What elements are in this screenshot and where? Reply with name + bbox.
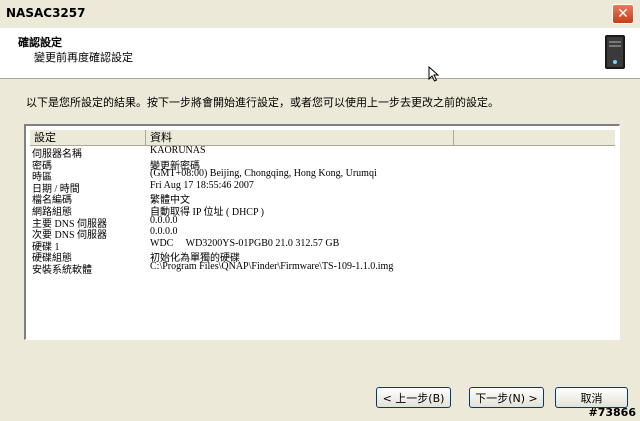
list-item[interactable]: 檔名編碼 繁體中文 <box>30 191 615 206</box>
back-button[interactable]: < 上一步(B) <box>376 387 451 408</box>
mouse-pointer-icon <box>428 66 440 82</box>
window-titlebar: NASAC3257 ✕ <box>0 0 640 29</box>
instruction-text: 以下是您所設定的結果。按下一步將會開始進行設定，或者您可以使用上一步去更改之前的… <box>26 96 499 109</box>
settings-list[interactable]: 設定 資料 伺服器名稱 KAORUNAS 密碼 變更新密碼 時區 (GMT+08:00… <box>24 124 620 340</box>
list-rows: 伺服器名稱 KAORUNAS 密碼 變更新密碼 時區 (GMT+08:00) Beij… <box>30 145 615 276</box>
header-subtitle: 變更前再度確認設定 <box>34 51 133 64</box>
wizard-header: 確認設定 變更前再度確認設定 <box>0 28 640 79</box>
list-item[interactable]: 密碼 變更新密碼 <box>30 157 615 172</box>
setting-value: Fri Aug 17 18:55:46 2007 <box>150 179 254 191</box>
setting-name: 安裝系統軟體 <box>32 264 92 276</box>
list-item[interactable]: 網路組態 自動取得 IP 位址 ( DHCP ) <box>30 203 615 218</box>
setting-value: WDC WD3200YS-01PGB0 21.0 312.57 GB <box>150 237 340 249</box>
column-header-setting[interactable]: 設定 <box>30 130 146 145</box>
window-title: NASAC3257 <box>6 6 86 20</box>
column-header-extra[interactable] <box>454 130 614 145</box>
setting-value: (GMT+08:00) Beijing, Chongqing, Hong Kon… <box>150 168 377 180</box>
list-item[interactable]: 次要 DNS 伺服器 0.0.0.0 <box>30 226 615 241</box>
setting-value: C:\Program Files\QNAP\Finder\Firmware\TS… <box>150 260 394 272</box>
column-header-data[interactable]: 資料 <box>146 130 454 145</box>
cancel-button[interactable]: 取消 <box>555 387 628 408</box>
next-button[interactable]: 下一步(N) > <box>469 387 544 408</box>
header-title: 確認設定 <box>18 36 62 49</box>
setting-value: 0.0.0.0 <box>150 226 178 238</box>
setting-value: KAORUNAS <box>150 145 206 156</box>
list-item[interactable]: 伺服器名稱 KAORUNAS <box>30 145 615 160</box>
list-item[interactable]: 安裝系統軟體 C:\Program Files\QNAP\Finder\Firmw… <box>30 260 615 276</box>
list-header: 設定 資料 <box>30 130 615 146</box>
list-item[interactable]: 硬碟組態 初始化為單獨的硬碟 <box>30 249 615 264</box>
nas-device-icon <box>605 35 625 69</box>
list-item[interactable]: 主要 DNS 伺服器 0.0.0.0 <box>30 214 615 230</box>
close-button[interactable]: ✕ <box>612 4 634 24</box>
list-item[interactable]: 硬碟 1 WDC WD3200YS-01PGB0 21.0 312.57 GB <box>30 237 615 253</box>
close-icon: ✕ <box>617 6 629 22</box>
setting-value: 0.0.0.0 <box>150 214 178 226</box>
list-item[interactable]: 日期 / 時間 Fri Aug 17 18:55:46 2007 <box>30 179 615 195</box>
watermark: #73866 <box>588 406 637 419</box>
list-item[interactable]: 時區 (GMT+08:00) Beijing, Chongqing, Hong K… <box>30 168 615 183</box>
